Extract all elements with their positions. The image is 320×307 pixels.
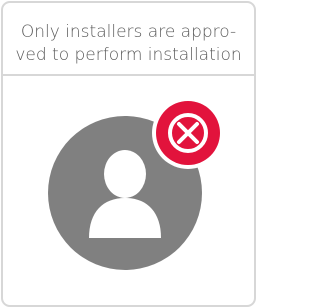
notice-caption: Only installers are appro- ved to perfor… [3,3,254,76]
installer-notice-card: Only installers are appro- ved to perfor… [1,1,256,307]
restriction-illustration-svg [48,97,224,270]
notice-line-2: ved to perform installation [15,45,242,65]
restriction-illustration [3,78,254,305]
notice-line-1: Only installers are appro- [20,22,237,42]
not-allowed-x-icon [152,97,224,169]
avatar-head [104,150,146,198]
